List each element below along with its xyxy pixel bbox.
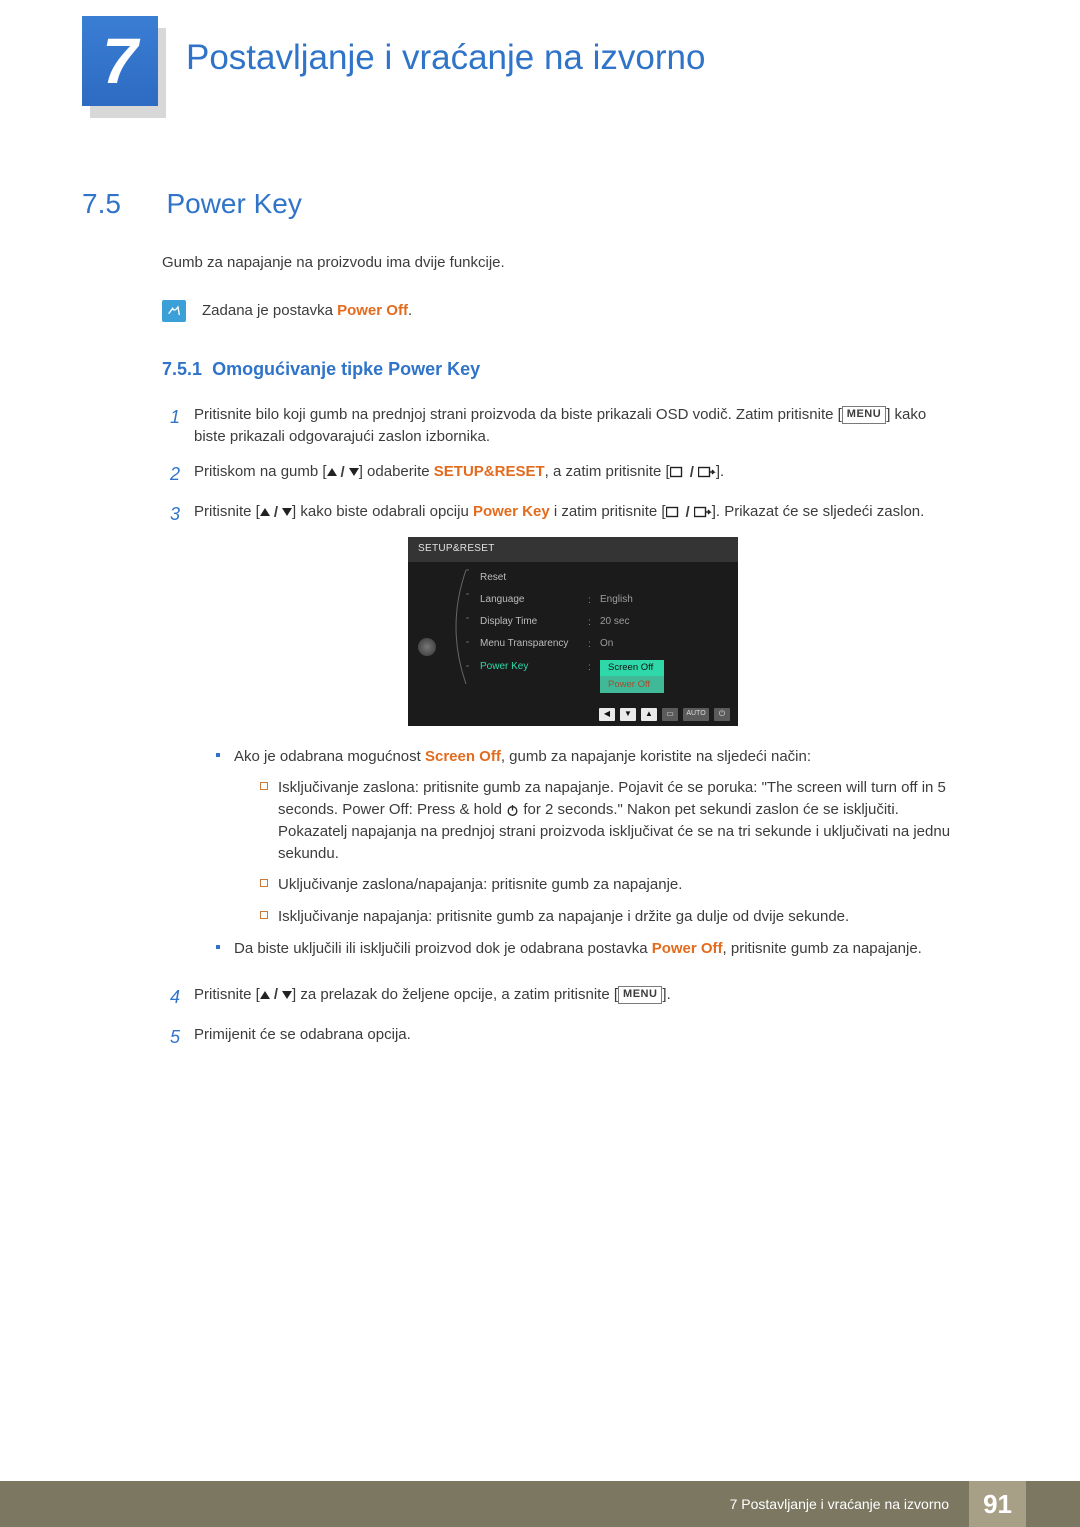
osd-panel: SETUP&RESET Reset Language:English — [408, 537, 738, 725]
osd-option-power-off: Power Off — [600, 676, 664, 693]
sub-bullet-turn-off-power: Isključivanje napajanja: pritisnite gumb… — [260, 906, 952, 928]
osd-row-language: Language:English — [468, 589, 738, 611]
steps-list: 1 Pritisnite bilo koji gumb na prednjoj … — [162, 404, 952, 1050]
osd-row-reset: Reset — [468, 568, 738, 590]
intro-text: Gumb za napajanje na proizvodu ima dvije… — [162, 252, 952, 274]
section-heading: 7.5 Power Key — [82, 188, 952, 220]
step-2: 2 Pritiskom na gumb [/] odaberite SETUP&… — [162, 461, 952, 487]
bullet-power-off: Da biste uključili ili isključili proizv… — [216, 938, 952, 960]
sub-bullet-turn-off-screen: Isključivanje zaslona: pritisnite gumb z… — [260, 777, 952, 864]
enter-source-icon: / — [670, 462, 716, 484]
osd-side — [408, 562, 446, 703]
chapter-badge: 7 — [82, 16, 158, 106]
footer: 7 Postavljanje i vraćanje na izvorno 91 — [0, 1481, 1080, 1527]
nav-down-icon: ▼ — [620, 708, 636, 721]
osd-row-display-time: Display Time:20 sec — [468, 612, 738, 634]
step-5: 5 Primijenit će se odabrana opcija. — [162, 1024, 952, 1050]
nav-up-icon: ▲ — [641, 708, 657, 721]
osd-option-screen-off: Screen Off — [600, 660, 664, 677]
step-1: 1 Pritisnite bilo koji gumb na prednjoj … — [162, 404, 952, 448]
osd-row-menu-transparency: Menu Transparency:On — [468, 634, 738, 656]
osd-knob-icon — [418, 638, 436, 656]
bullet-screen-off: Ako je odabrana mogućnost Screen Off, gu… — [216, 746, 952, 928]
step-3: 3 Pritisnite [/] kako biste odabrali opc… — [162, 501, 952, 969]
page: 7 Postavljanje i vraćanje na izvorno 7.5… — [0, 0, 1080, 1527]
bullet-list: Ako je odabrana mogućnost Screen Off, gu… — [216, 746, 952, 960]
step-4: 4 Pritisnite [/] za prelazak do željene … — [162, 984, 952, 1010]
up-down-icon: / — [327, 462, 359, 484]
body: Gumb za napajanje na proizvodu ima dvije… — [162, 252, 952, 1064]
note-icon — [162, 300, 186, 322]
nav-power-icon: ⏻ — [714, 708, 730, 721]
footer-text: 7 Postavljanje i vraćanje na izvorno — [730, 1496, 949, 1512]
up-down-icon: / — [260, 984, 292, 1006]
section-title: Power Key — [166, 188, 301, 220]
osd-row-power-key: Power Key:Screen OffPower Off — [468, 656, 738, 697]
chapter-number: 7 — [102, 24, 138, 98]
subsection-heading: 7.5.1 Omogućivanje tipke Power Key — [162, 356, 952, 382]
nav-auto-label: AUTO — [683, 708, 709, 721]
nav-left-icon: ◀ — [599, 708, 615, 721]
osd-title: SETUP&RESET — [408, 537, 738, 562]
power-icon — [506, 804, 519, 817]
up-down-icon: / — [260, 502, 292, 524]
note-text: Zadana je postavka Power Off. — [202, 300, 412, 322]
note: Zadana je postavka Power Off. — [162, 300, 952, 322]
section-number: 7.5 — [82, 188, 162, 220]
sub-bullet-turn-on: Uključivanje zaslona/napajanja: pritisni… — [260, 874, 952, 896]
footer-page-number: 91 — [969, 1481, 1026, 1527]
osd-navbar: ◀ ▼ ▲ ▭ AUTO ⏻ — [408, 703, 738, 722]
note-value: Power Off — [337, 302, 408, 319]
enter-source-icon: / — [666, 502, 712, 524]
menu-label: MENU — [842, 406, 886, 424]
chapter-title: Postavljanje i vraćanje na izvorno — [186, 38, 705, 78]
menu-label: MENU — [618, 986, 662, 1004]
nav-enter-icon: ▭ — [662, 708, 678, 721]
